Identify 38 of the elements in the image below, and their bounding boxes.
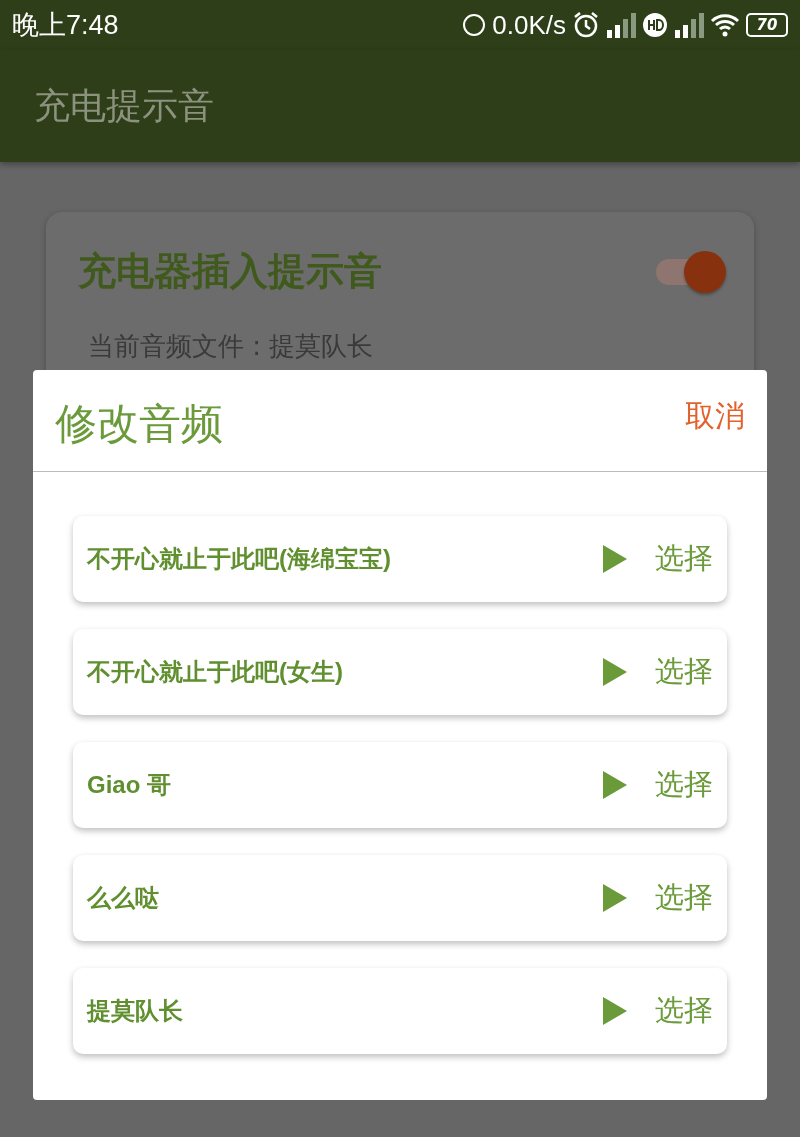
select-button[interactable]: 选择 [655, 991, 713, 1031]
select-button[interactable]: 选择 [655, 539, 713, 579]
signal-icon [606, 12, 636, 38]
cancel-button[interactable]: 取消 [685, 396, 745, 437]
app-title: 充电提示音 [34, 83, 214, 128]
battery-level: 70 [746, 13, 788, 37]
card-title: 充电器插入提示音 [78, 248, 382, 295]
play-icon [603, 997, 627, 1025]
play-button[interactable] [603, 997, 627, 1025]
alarm-icon [572, 11, 600, 39]
play-icon [603, 771, 627, 799]
play-button[interactable] [603, 771, 627, 799]
audio-item[interactable]: 不开心就止于此吧(女生) 选择 [73, 629, 727, 715]
play-icon [603, 658, 627, 686]
play-icon [603, 884, 627, 912]
audio-name: Giao 哥 [87, 770, 172, 800]
audio-name: 提莫队长 [87, 996, 184, 1026]
circle-icon [462, 13, 487, 37]
audio-item[interactable]: 提莫队长 选择 [73, 968, 727, 1054]
select-button[interactable]: 选择 [655, 652, 713, 692]
hd-icon [642, 12, 668, 38]
network-speed: 0.0K/s [492, 9, 566, 41]
play-button[interactable] [603, 658, 627, 686]
status-time: 晚上7:48 [12, 9, 119, 42]
wifi-icon [710, 13, 740, 37]
audio-name: 不开心就止于此吧(海绵宝宝) [87, 544, 392, 574]
signal-icon [674, 12, 704, 38]
play-button[interactable] [603, 545, 627, 573]
audio-item[interactable]: 不开心就止于此吧(海绵宝宝) 选择 [73, 516, 727, 602]
dialog-title: 修改音频 [55, 398, 223, 450]
play-button[interactable] [603, 884, 627, 912]
audio-name: 不开心就止于此吧(女生) [87, 657, 344, 687]
audio-item[interactable]: Giao 哥 选择 [73, 742, 727, 828]
audio-name: 么么哒 [87, 883, 160, 913]
select-button[interactable]: 选择 [655, 878, 713, 918]
select-button[interactable]: 选择 [655, 765, 713, 805]
audio-item[interactable]: 么么哒 选择 [73, 855, 727, 941]
play-icon [603, 545, 627, 573]
